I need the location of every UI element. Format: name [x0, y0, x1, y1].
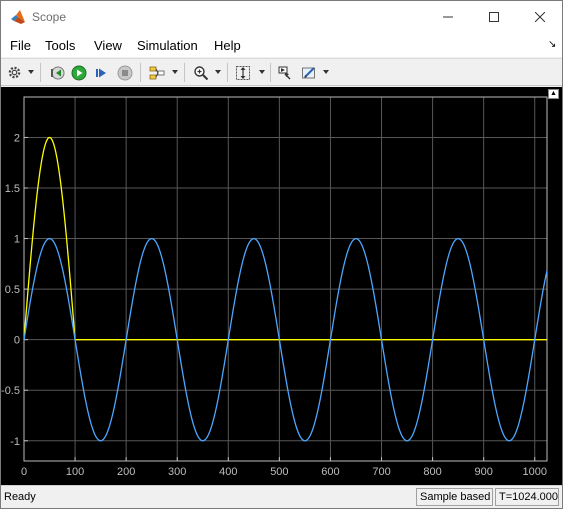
- x-tick-label: 400: [219, 466, 237, 478]
- dock-arrow-icon[interactable]: ↘: [548, 39, 556, 50]
- gear-icon[interactable]: [6, 64, 23, 81]
- style-icon[interactable]: [300, 64, 317, 81]
- x-tick-label: 100: [66, 466, 84, 478]
- menu-simulation[interactable]: Simulation: [137, 38, 198, 53]
- highlight-simulink-block-icon[interactable]: [276, 64, 293, 81]
- status-bar: Ready Sample based T=1024.000: [1, 485, 562, 508]
- toolbar: [1, 58, 562, 86]
- stop-icon[interactable]: [116, 64, 133, 81]
- undock-axes-icon[interactable]: ▲: [548, 89, 559, 99]
- step-back-icon[interactable]: [48, 64, 65, 81]
- matlab-icon: [11, 10, 25, 24]
- x-tick-label: 600: [321, 466, 339, 478]
- style-dropdown-icon[interactable]: [323, 70, 329, 74]
- y-tick-label: 0.5: [5, 284, 20, 296]
- toolbar-separator: [227, 63, 228, 82]
- y-tick-label: 1.5: [5, 183, 20, 195]
- x-tick-label: 500: [270, 466, 288, 478]
- x-tick-label: 900: [474, 466, 492, 478]
- maximize-icon: [489, 12, 499, 22]
- y-tick-label: 1: [14, 234, 20, 246]
- toolbar-separator: [184, 63, 185, 82]
- simulation-time-indicator: T=1024.000: [495, 488, 559, 506]
- x-tick-label: 200: [117, 466, 135, 478]
- sample-mode-indicator: Sample based: [416, 488, 493, 506]
- close-button[interactable]: [517, 1, 563, 33]
- title-bar: Scope: [1, 1, 562, 33]
- x-tick-label: 700: [372, 466, 390, 478]
- maximize-button[interactable]: [471, 1, 517, 33]
- minimize-button[interactable]: [425, 1, 471, 33]
- status-ready-text: Ready: [4, 491, 36, 503]
- y-tick-label: 2: [14, 132, 20, 144]
- window-title: Scope: [32, 10, 67, 24]
- y-tick-label: 0: [14, 335, 20, 347]
- toolbar-separator: [140, 63, 141, 82]
- minimize-icon: [443, 16, 453, 18]
- menu-file[interactable]: File: [10, 38, 31, 53]
- menu-help[interactable]: Help: [214, 38, 241, 53]
- toolbar-separator: [270, 63, 271, 82]
- scope-window: Scope File Tools View Simulation Help ↘: [0, 0, 563, 509]
- axes-frame: [23, 96, 548, 462]
- x-tick-label: 800: [423, 466, 441, 478]
- menu-bar: File Tools View Simulation Help ↘: [1, 33, 562, 57]
- x-tick-label: 300: [168, 466, 186, 478]
- x-tick-label: 0: [21, 466, 27, 478]
- autoscale-icon[interactable]: [234, 64, 251, 81]
- y-tick-label: -0.5: [1, 385, 20, 397]
- signal-select-icon[interactable]: [148, 64, 165, 81]
- scope-plot[interactable]: 0 100 200 300 400 500 600 700 800 900 1000 2 1.5 1 0.5…: [1, 87, 562, 485]
- autoscale-dropdown-icon[interactable]: [259, 70, 265, 74]
- scope-display[interactable]: 0 100 200 300 400 500 600 700 800 900 1000 2 1.5 1 0.5…: [1, 87, 562, 485]
- signal-select-dropdown-icon[interactable]: [172, 70, 178, 74]
- menu-view[interactable]: View: [94, 38, 122, 53]
- y-tick-label: -1: [10, 436, 20, 448]
- gear-dropdown-icon[interactable]: [28, 70, 34, 74]
- step-forward-icon[interactable]: [93, 64, 110, 81]
- x-tick-label: 1000: [523, 466, 547, 478]
- close-icon: [535, 12, 545, 22]
- zoom-dropdown-icon[interactable]: [215, 70, 221, 74]
- run-icon[interactable]: [70, 64, 87, 81]
- menu-tools[interactable]: Tools: [45, 38, 75, 53]
- toolbar-separator: [40, 63, 41, 82]
- zoom-icon[interactable]: [192, 64, 209, 81]
